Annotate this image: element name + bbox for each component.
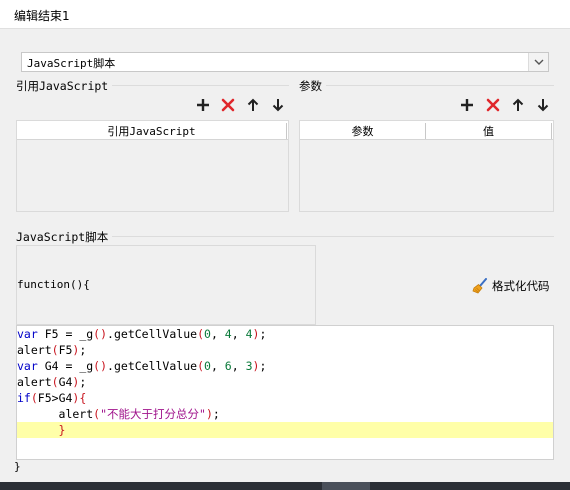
dropdown-button[interactable] (528, 53, 548, 71)
code-line: var F5 = _g().getCellValue(0, 4, 4); (17, 327, 267, 341)
chevron-down-icon (534, 59, 544, 65)
table-header: 引用JavaScript (17, 121, 288, 140)
window-title: 编辑结束1 (14, 9, 70, 23)
broom-icon (472, 278, 487, 294)
params-table[interactable]: 参数 值 (299, 120, 554, 212)
move-up-icon[interactable] (510, 97, 526, 113)
code-editor[interactable]: var F5 = _g().getCellValue(0, 4, 4); ale… (16, 325, 554, 460)
ref-js-group-label: 引用JavaScript (16, 78, 113, 94)
add-icon[interactable] (459, 97, 475, 113)
group-divider (299, 85, 554, 86)
script-type-select[interactable]: JavaScript脚本 (21, 52, 549, 72)
ref-js-table[interactable]: 引用JavaScript (16, 120, 289, 212)
param-column-header[interactable]: 参数 (300, 123, 426, 139)
taskbar (0, 482, 570, 490)
code-line: if(F5>G4){ (17, 391, 87, 405)
code-line: } (17, 422, 553, 438)
ref-js-column-header[interactable]: 引用JavaScript (17, 123, 287, 139)
code-line: alert(G4); (17, 375, 87, 389)
function-header: function(){ (17, 278, 90, 291)
code-line: var G4 = _g().getCellValue(0, 6, 3); (17, 359, 267, 373)
move-down-icon[interactable] (270, 97, 286, 113)
script-group-label: JavaScript脚本 (16, 229, 113, 245)
function-closing-brace: } (14, 460, 21, 473)
script-type-value: JavaScript脚本 (27, 57, 116, 70)
code-line: alert(F5); (17, 343, 87, 357)
move-down-icon[interactable] (535, 97, 551, 113)
value-column-header[interactable]: 值 (426, 123, 552, 139)
move-up-icon[interactable] (245, 97, 261, 113)
table-header: 参数 值 (300, 121, 553, 140)
code-line: alert("不能大于打分总分"); (17, 407, 220, 421)
delete-icon[interactable] (485, 97, 501, 113)
title-bar: 编辑结束1 (0, 0, 570, 29)
add-icon[interactable] (195, 97, 211, 113)
function-header-box: function(){ (16, 245, 316, 325)
taskbar-item[interactable] (322, 482, 370, 490)
format-code-label: 格式化代码 (492, 279, 550, 293)
params-group-label: 参数 (299, 78, 326, 94)
delete-icon[interactable] (220, 97, 236, 113)
